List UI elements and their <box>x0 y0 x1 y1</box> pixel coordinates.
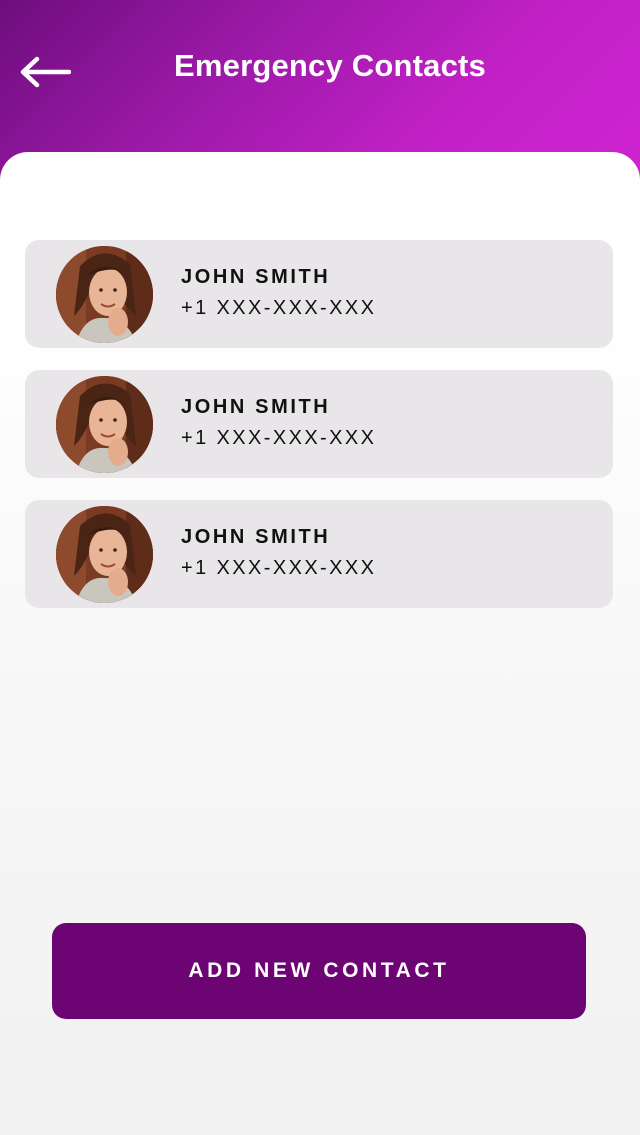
contact-phone: +1 XXX-XXX-XXX <box>181 557 377 579</box>
page-title: Emergency Contacts <box>174 48 486 83</box>
contact-phone: +1 XXX-XXX-XXX <box>181 427 377 449</box>
contact-avatar <box>56 246 153 343</box>
contact-avatar <box>56 506 153 603</box>
contact-card[interactable]: JOHN SMITH +1 XXX-XXX-XXX <box>25 240 613 348</box>
contact-name: JOHN SMITH <box>181 266 331 288</box>
contact-card[interactable]: JOHN SMITH +1 XXX-XXX-XXX <box>25 370 613 478</box>
contact-phone: +1 XXX-XXX-XXX <box>181 297 377 319</box>
contact-name: JOHN SMITH <box>181 526 331 548</box>
contact-card[interactable]: JOHN SMITH +1 XXX-XXX-XXX <box>25 500 613 608</box>
contact-avatar <box>56 376 153 473</box>
add-new-contact-button[interactable]: ADD NEW CONTACT <box>52 923 586 1019</box>
contact-name: JOHN SMITH <box>181 396 331 418</box>
